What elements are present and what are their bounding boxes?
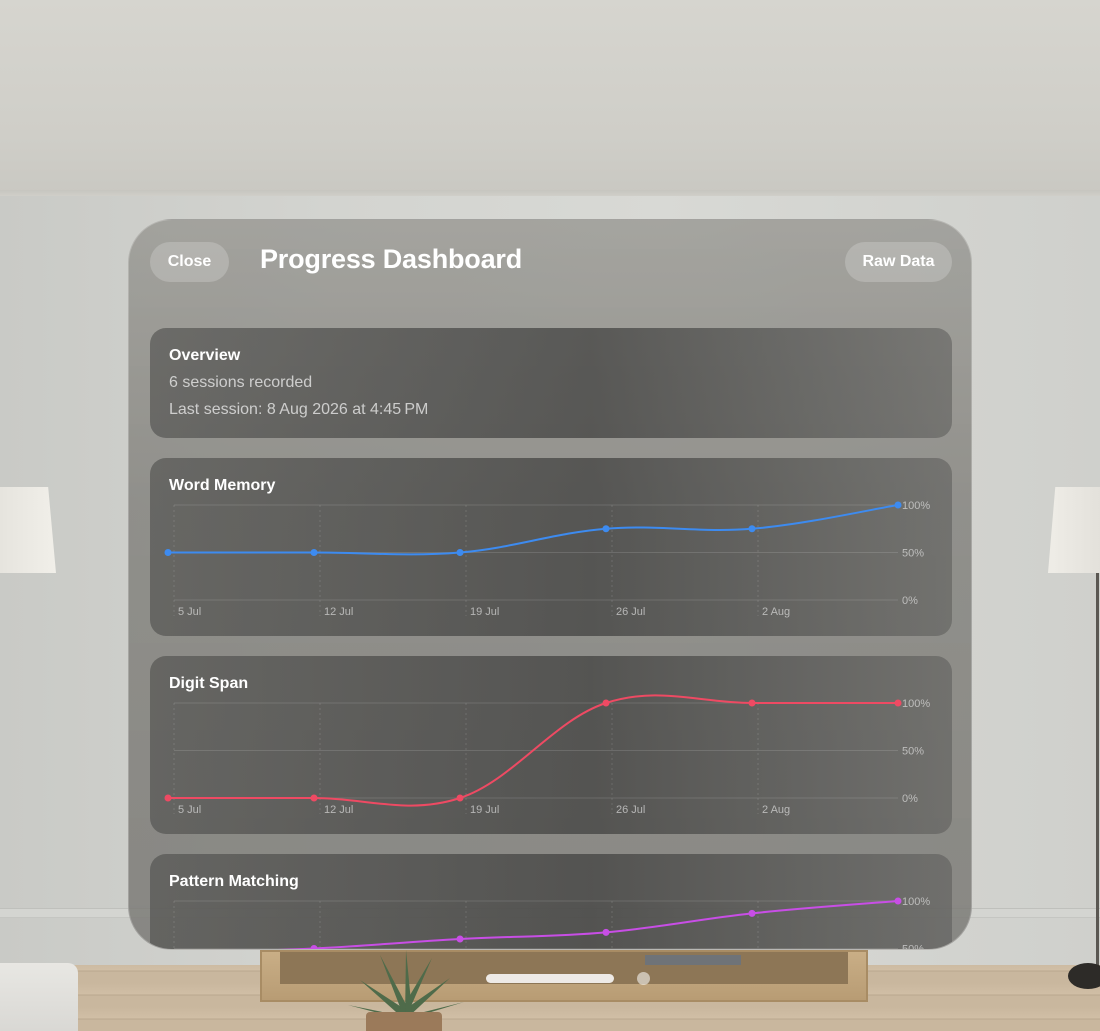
window-close-dot[interactable] [637, 972, 650, 985]
data-point [748, 525, 756, 533]
pattern-matching-chart: 100%50%0%5 Jul12 Jul19 Jul26 Jul2 Aug [173, 896, 930, 951]
data-point [310, 794, 318, 802]
y-tick-label: 0% [902, 595, 918, 607]
x-tick-label: 5 Jul [178, 606, 201, 618]
sessions-count: 6 sessions recorded [169, 374, 313, 391]
data-point [894, 699, 902, 707]
x-tick-label: 5 Jul [178, 804, 201, 816]
data-point [164, 794, 172, 802]
plant-pot [366, 1012, 442, 1031]
data-point [748, 909, 756, 917]
y-tick-label: 0% [902, 793, 918, 805]
overview-title: Overview [169, 347, 241, 364]
series-line [278, 900, 899, 949]
data-point [894, 897, 902, 905]
y-tick-label: 50% [902, 746, 924, 758]
lamp-shade-right [1048, 487, 1100, 573]
window-header: Close Progress Dashboard Raw Data [129, 220, 971, 310]
page-title: Progress Dashboard [260, 244, 522, 274]
shelf-book [645, 955, 741, 965]
data-point [894, 501, 902, 509]
y-tick-label: 100% [902, 500, 930, 512]
data-point [310, 945, 318, 949]
word-memory-card: Word Memory 100% 50% 0% 5 Jul 12 Jul 19 Jul 26… [150, 458, 952, 636]
data-point [456, 935, 464, 943]
data-point [456, 794, 464, 802]
digit-span-card: Digit Span 100% 50% 0% 5 Jul 12 Jul 19 Jul 26 … [150, 656, 952, 834]
data-point [602, 525, 610, 533]
word-memory-chart: 100% 50% 0% 5 Jul 12 Jul 19 Jul 26 Jul 2 Aug [164, 500, 930, 618]
x-tick-label: 19 Jul [470, 606, 499, 618]
data-point [164, 549, 172, 556]
data-point [602, 699, 610, 707]
window-grab-bar[interactable] [486, 974, 614, 983]
lamp-shade-left [0, 487, 56, 573]
data-point [456, 549, 464, 556]
x-tick-label: 2 Aug [762, 606, 790, 618]
series-line [167, 504, 899, 556]
overview-card: Overview 6 sessions recorded Last sessio… [150, 328, 952, 438]
digit-span-chart: 100% 50% 0% 5 Jul 12 Jul 19 Jul 26 Jul 2 Aug [164, 694, 930, 816]
ceiling [0, 0, 1100, 195]
y-tick-label: 50% [902, 548, 924, 560]
data-point [602, 928, 610, 936]
progress-dashboard-window: Close Progress Dashboard Raw Data Overvi… [128, 219, 972, 950]
x-tick-label: 19 Jul [470, 804, 499, 816]
lamp-pole [1096, 573, 1099, 973]
y-tick-label: 50% [902, 944, 924, 951]
x-tick-label: 2 Aug [762, 804, 790, 816]
x-tick-label: 12 Jul [324, 804, 353, 816]
last-session: Last session: 8 Aug 2026 at 4:45 PM [169, 401, 429, 418]
lamp-base [1068, 963, 1100, 989]
x-tick-label: 26 Jul [616, 804, 645, 816]
y-tick-label: 100% [902, 698, 930, 710]
x-tick-label: 26 Jul [616, 606, 645, 618]
close-button[interactable]: Close [150, 242, 229, 282]
data-point [310, 549, 318, 556]
data-point [748, 699, 756, 707]
x-tick-label: 12 Jul [324, 606, 353, 618]
pattern-matching-card: Pattern Matching 100%50%0%5 Jul12 Jul19 … [150, 854, 952, 951]
y-tick-label: 100% [902, 896, 930, 908]
sofa [0, 963, 78, 1031]
raw-data-button[interactable]: Raw Data [845, 242, 952, 282]
